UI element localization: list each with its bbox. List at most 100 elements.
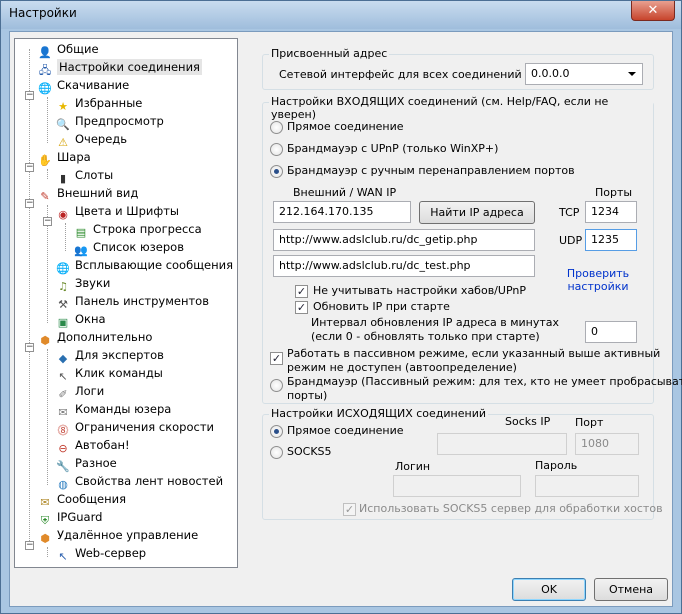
use-socks-hosts-checkbox[interactable]: ✓ — [343, 503, 356, 516]
radio-manual-ports[interactable] — [270, 165, 283, 178]
login-label: Логин — [395, 460, 431, 473]
udp-label: UDP — [559, 234, 583, 247]
passive-mode-checkbox[interactable]: ✓ — [270, 352, 283, 365]
outgoing-connections-group: Настройки ИСХОДЯЩИХ соединений Прямое со… — [262, 407, 663, 520]
tree-item-web-server[interactable]: ↖ Web-сервер — [55, 544, 146, 563]
password-field[interactable] — [535, 475, 639, 497]
tree-item-popups[interactable]: 🌐 Всплывающие сообщения — [55, 256, 233, 275]
interface-label: Сетевой интерфейс для всех соединений — [279, 68, 522, 81]
ignore-upnp-label: Не учитывать настройки хабов/UPnP — [313, 284, 526, 297]
test-url-field[interactable]: http://www.adslclub.ru/dc_test.php — [273, 255, 535, 277]
tree-item-logs[interactable]: ✐ Логи — [55, 382, 104, 401]
radio-manual-label: Брандмауэр с ручным перенаправлением пор… — [287, 164, 575, 177]
wan-ip-field[interactable]: 212.164.170.135 — [273, 201, 411, 223]
ports-label: Порты — [595, 186, 633, 199]
update-ip-checkbox[interactable]: ✓ — [295, 301, 308, 314]
cube-icon: ⬢ — [40, 334, 50, 347]
port-label: Порт — [575, 416, 604, 429]
title-bar: Настройки ✕ — [1, 1, 681, 29]
web-server-icon: ↖ — [58, 550, 68, 563]
radio-socks5[interactable] — [270, 446, 283, 459]
radio-direct-outgoing-label: Прямое соединение — [287, 424, 404, 437]
tree-item-click-commands[interactable]: ↖ Клик команды — [55, 364, 162, 383]
group-label: Присвоенный адрес — [269, 47, 390, 60]
tree-item-preview[interactable]: 🔍 Предпросмотр — [55, 112, 164, 131]
find-ip-button[interactable]: Найти IP адреса — [419, 201, 535, 224]
tree-item-experts[interactable]: ◆ Для экспертов — [55, 346, 164, 365]
radio-direct-outgoing[interactable] — [270, 425, 283, 438]
radio-upnp-label: Брандмауэр с UPnP (только WinXP+) — [287, 142, 499, 155]
interval-field[interactable]: 0 — [585, 321, 637, 343]
radio-firewall-passive[interactable] — [270, 379, 283, 392]
group-label: Настройки ИСХОДЯЩИХ соединений — [269, 407, 488, 420]
check-settings-link[interactable]: Проверить настройки — [563, 267, 633, 293]
radio-direct-incoming[interactable] — [270, 121, 283, 134]
login-field[interactable] — [393, 475, 521, 497]
update-ip-label: Обновить IP при старте — [313, 300, 450, 313]
tcp-port-field[interactable]: 1234 — [585, 201, 637, 223]
use-socks-hosts-label: Использовать SOCKS5 сервер для обработки… — [359, 502, 663, 515]
ignore-upnp-checkbox[interactable]: ✓ — [295, 285, 308, 298]
expand-toggle[interactable]: − — [25, 163, 34, 172]
assigned-address-group: Присвоенный адрес Сетевой интерфейс для … — [262, 47, 654, 90]
interface-dropdown[interactable]: 0.0.0.0 — [525, 63, 643, 85]
color-wheel-icon: ◉ — [58, 208, 68, 221]
tree-item-autoban[interactable]: ⊖ Автобан! — [55, 436, 129, 455]
tree-item-share[interactable]: ✋ Шара — [37, 148, 91, 167]
close-button[interactable]: ✕ — [631, 1, 675, 21]
tree-item-user-commands[interactable]: ✉ Команды юзера — [55, 400, 171, 419]
incoming-connections-group: Настройки ВХОДЯЩИХ соединений (см. Help/… — [262, 95, 682, 404]
radio-upnp[interactable] — [270, 143, 283, 156]
globe-download-icon: 🌐 — [38, 82, 52, 95]
remote-icon: ⬢ — [40, 532, 50, 545]
tree-item-favorites[interactable]: ★ Избранные — [55, 94, 142, 113]
radio-socks5-label: SOCKS5 — [287, 445, 332, 458]
share-hand-icon: ✋ — [38, 154, 52, 167]
tree-item-connection-settings[interactable]: 🖧 Настройки соединения — [37, 58, 202, 77]
udp-port-field[interactable]: 1235 — [585, 229, 637, 251]
socks-ip-field[interactable] — [437, 433, 567, 455]
ok-button[interactable]: OK — [512, 578, 586, 601]
tree-item-user-list[interactable]: 👥 Список юзеров — [73, 238, 184, 257]
socks-port-field[interactable]: 1080 — [575, 433, 639, 455]
tree-item-ipguard[interactable]: ⛨ IPGuard — [37, 508, 103, 527]
palette-icon: ✎ — [40, 190, 50, 203]
tree-item-messages[interactable]: ✉ Сообщения — [37, 490, 126, 509]
tree-item-general[interactable]: 👤 Общие — [37, 40, 98, 59]
tree-item-misc[interactable]: 🔧 Разное — [55, 454, 117, 473]
tree-item-progress-bar[interactable]: ▤ Строка прогресса — [73, 220, 202, 239]
settings-window: Настройки ✕ − − − − − − 👤 Общие 🖧 Настройк… — [0, 0, 682, 614]
firewall-passive-line1: Брандмауэр (Пассивный режим: для тех, кт… — [287, 375, 682, 388]
radio-direct-label: Прямое соединение — [287, 120, 404, 133]
passive-label-line2: режим не доступен (автоопределение) — [287, 361, 517, 374]
tree-item-windows[interactable]: ▣ Окна — [55, 310, 106, 329]
window-title: Настройки — [9, 6, 77, 20]
tree-item-appearance[interactable]: ✎ Внешний вид — [37, 184, 138, 203]
socks-ip-label: Socks IP — [505, 415, 551, 428]
interval-label-line1: Интервал обновления IP адреса в минутах — [311, 316, 560, 329]
tree-item-downloads[interactable]: 🌐 Скачивание — [37, 76, 129, 95]
expand-toggle[interactable]: − — [43, 217, 52, 226]
dialog-client: − − − − − − 👤 Общие 🖧 Настройки соединения… — [9, 31, 682, 607]
tree-item-advanced[interactable]: ⬢ Дополнительно — [37, 328, 152, 347]
tree-item-speed-limits[interactable]: ⓼ Ограничения скорости — [55, 418, 215, 437]
interval-label-line2: (если 0 - обновлять только при старте) — [311, 330, 540, 343]
tree-item-news-feeds[interactable]: ◍ Свойства лент новостей — [55, 472, 223, 491]
tree-item-slots[interactable]: ▮ Слоты — [55, 166, 113, 185]
tree-item-remote-control[interactable]: ⬢ Удалённое управление — [37, 526, 198, 545]
firewall-passive-line2: порты) — [287, 389, 328, 402]
expand-toggle[interactable]: − — [25, 199, 34, 208]
tree-item-queue[interactable]: ⚠ Очередь — [55, 130, 127, 149]
expand-toggle[interactable]: − — [25, 343, 34, 352]
settings-tree[interactable]: − − − − − − 👤 Общие 🖧 Настройки соединения… — [14, 38, 238, 568]
tree-item-toolbar[interactable]: ⚒ Панель инструментов — [55, 292, 209, 311]
expand-toggle[interactable]: − — [25, 541, 34, 550]
cancel-button[interactable]: Отмена — [594, 578, 668, 601]
tree-item-colors-fonts[interactable]: ◉ Цвета и Шрифты — [55, 202, 179, 221]
getip-url-field[interactable]: http://www.adslclub.ru/dc_getip.php — [273, 229, 535, 251]
chevron-down-icon — [628, 72, 636, 76]
passive-label-line1: Работать в пассивном режиме, если указан… — [287, 347, 661, 360]
wan-ip-label: Внешний / WAN IP — [293, 186, 397, 199]
expand-toggle[interactable]: − — [25, 91, 34, 100]
tree-item-sounds[interactable]: ♫ Звуки — [55, 274, 110, 293]
